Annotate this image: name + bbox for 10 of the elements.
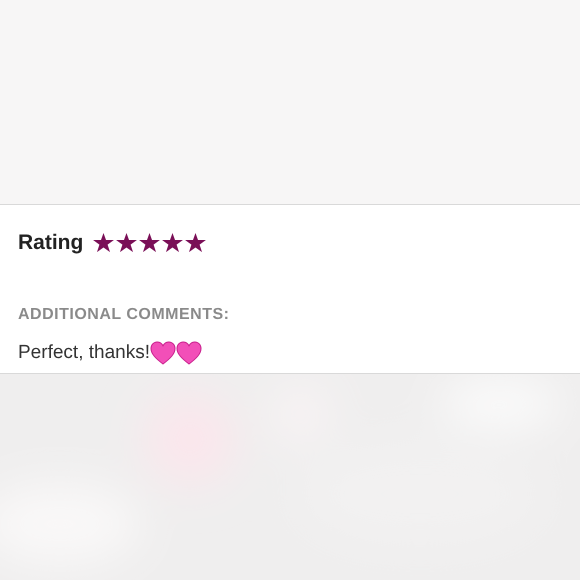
- rating-label: Rating: [18, 230, 84, 256]
- comment-text: Perfect, thanks!: [18, 340, 150, 364]
- star-icon: [162, 232, 184, 253]
- star-icon: [93, 232, 114, 253]
- star-icon: [185, 232, 206, 253]
- heart-icon: [150, 340, 176, 365]
- star-icon: [139, 232, 160, 253]
- star-icon: [116, 232, 138, 253]
- heart-icon: [176, 340, 202, 365]
- comments-label: ADDITIONAL COMMENTS:: [18, 304, 230, 324]
